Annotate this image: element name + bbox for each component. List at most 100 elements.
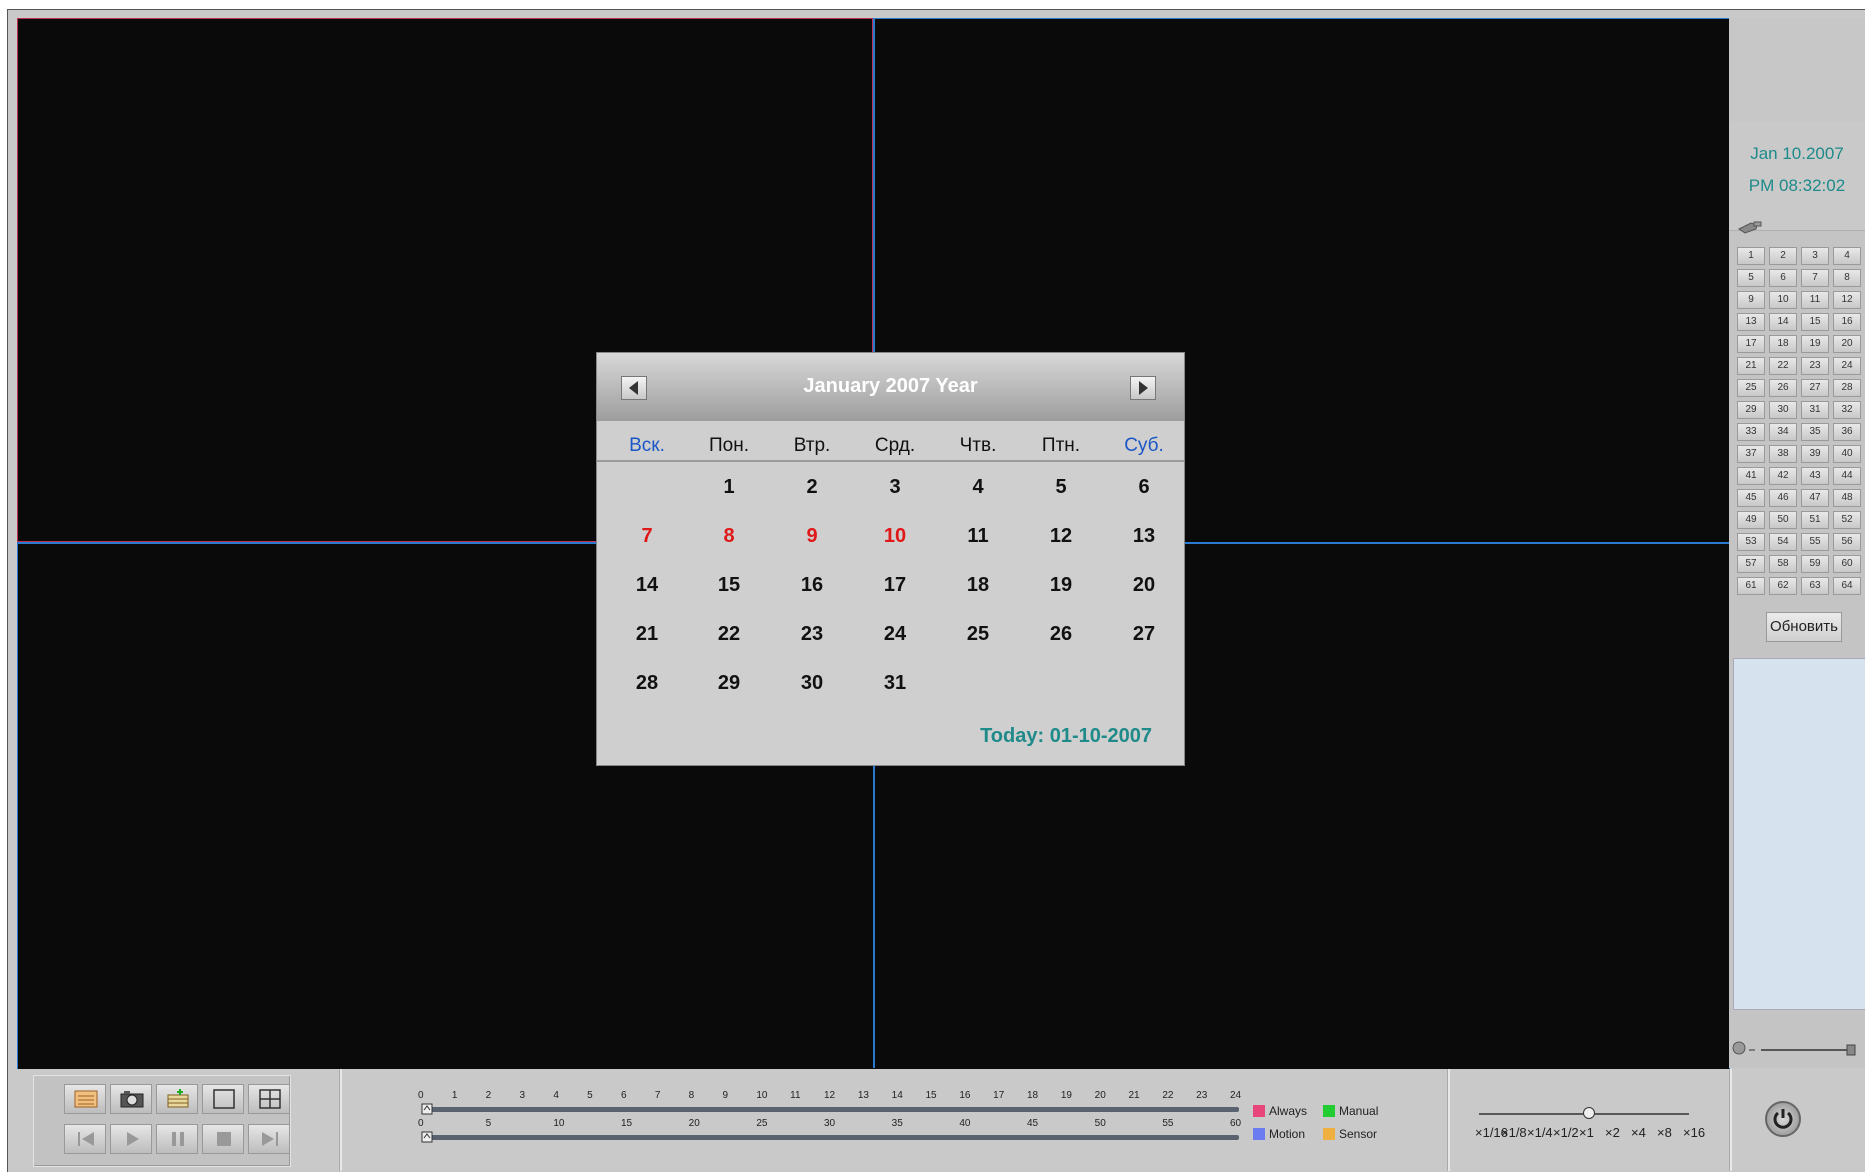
hour-timeline[interactable]	[427, 1107, 1239, 1112]
camera-button[interactable]: 14	[1769, 313, 1797, 331]
power-button[interactable]	[1765, 1101, 1801, 1137]
camera-button[interactable]: 50	[1769, 511, 1797, 529]
camera-button[interactable]: 64	[1833, 577, 1861, 595]
camera-button[interactable]: 40	[1833, 445, 1861, 463]
camera-button[interactable]: 56	[1833, 533, 1861, 551]
camera-button[interactable]: 42	[1769, 467, 1797, 485]
camera-button[interactable]: 18	[1769, 335, 1797, 353]
calendar-day[interactable]: 30	[772, 672, 852, 695]
stop-button[interactable]	[202, 1124, 244, 1154]
calendar-day[interactable]: 5	[1021, 476, 1101, 499]
hour-cursor-icon[interactable]	[421, 1103, 433, 1115]
camera-button[interactable]: 9	[1737, 291, 1765, 309]
calendar-day[interactable]: 28	[607, 672, 687, 695]
speed-option[interactable]: ×1/2	[1553, 1125, 1579, 1140]
camera-button[interactable]: 38	[1769, 445, 1797, 463]
camera-button[interactable]: 29	[1737, 401, 1765, 419]
calendar-day[interactable]: 6	[1104, 476, 1184, 499]
calendar-day[interactable]: 24	[855, 623, 935, 646]
backup-button[interactable]	[156, 1084, 198, 1114]
calendar-day[interactable]: 3	[855, 476, 935, 499]
camera-button[interactable]: 48	[1833, 489, 1861, 507]
camera-button[interactable]: 23	[1801, 357, 1829, 375]
camera-button[interactable]: 11	[1801, 291, 1829, 309]
camera-button[interactable]: 2	[1769, 247, 1797, 265]
camera-button[interactable]: 25	[1737, 379, 1765, 397]
camera-button[interactable]: 39	[1801, 445, 1829, 463]
camera-button[interactable]: 63	[1801, 577, 1829, 595]
calendar-day[interactable]: 10	[855, 525, 935, 548]
calendar-day[interactable]: 17	[855, 574, 935, 597]
speed-slider-knob[interactable]	[1583, 1107, 1595, 1119]
camera-button[interactable]: 54	[1769, 533, 1797, 551]
calendar-day[interactable]: 31	[855, 672, 935, 695]
camera-button[interactable]: 46	[1769, 489, 1797, 507]
camera-button[interactable]: 45	[1737, 489, 1765, 507]
speed-option[interactable]: ×4	[1631, 1125, 1646, 1140]
step-forward-button[interactable]	[248, 1124, 290, 1154]
calendar-day[interactable]: 15	[689, 574, 769, 597]
play-button[interactable]	[110, 1124, 152, 1154]
camera-button[interactable]: 21	[1737, 357, 1765, 375]
calendar-day[interactable]: 19	[1021, 574, 1101, 597]
calendar-day[interactable]: 8	[689, 525, 769, 548]
camera-button[interactable]: 8	[1833, 269, 1861, 287]
camera-button[interactable]: 32	[1833, 401, 1861, 419]
calendar-day[interactable]: 7	[607, 525, 687, 548]
calendar-day[interactable]: 22	[689, 623, 769, 646]
camera-button[interactable]: 44	[1833, 467, 1861, 485]
camera-button[interactable]: 22	[1769, 357, 1797, 375]
calendar-day[interactable]: 1	[689, 476, 769, 499]
speed-option[interactable]: ×1/4	[1527, 1125, 1553, 1140]
playlist-button[interactable]	[64, 1084, 106, 1114]
camera-button[interactable]: 58	[1769, 555, 1797, 573]
pause-button[interactable]	[156, 1124, 198, 1154]
camera-button[interactable]: 61	[1737, 577, 1765, 595]
camera-button[interactable]: 59	[1801, 555, 1829, 573]
camera-button[interactable]: 31	[1801, 401, 1829, 419]
camera-button[interactable]: 51	[1801, 511, 1829, 529]
speed-option[interactable]: ×2	[1605, 1125, 1620, 1140]
step-back-button[interactable]	[64, 1124, 106, 1154]
camera-button[interactable]: 3	[1801, 247, 1829, 265]
camera-button[interactable]: 41	[1737, 467, 1765, 485]
camera-button[interactable]: 13	[1737, 313, 1765, 331]
camera-button[interactable]: 60	[1833, 555, 1861, 573]
minute-cursor-icon[interactable]	[421, 1131, 433, 1143]
calendar-day[interactable]: 27	[1104, 623, 1184, 646]
zoom-slider[interactable]	[1729, 1028, 1865, 1068]
refresh-button[interactable]: Обновить	[1766, 612, 1842, 642]
camera-button[interactable]: 37	[1737, 445, 1765, 463]
calendar-day[interactable]: 23	[772, 623, 852, 646]
camera-button[interactable]: 26	[1769, 379, 1797, 397]
calendar-day[interactable]: 16	[772, 574, 852, 597]
camera-button[interactable]: 10	[1769, 291, 1797, 309]
calendar-day[interactable]: 26	[1021, 623, 1101, 646]
calendar-day[interactable]: 11	[938, 525, 1018, 548]
camera-button[interactable]: 57	[1737, 555, 1765, 573]
camera-button[interactable]: 47	[1801, 489, 1829, 507]
camera-button[interactable]: 52	[1833, 511, 1861, 529]
calendar-day[interactable]: 2	[772, 476, 852, 499]
camera-button[interactable]: 5	[1737, 269, 1765, 287]
speed-option[interactable]: ×1	[1579, 1125, 1594, 1140]
camera-button[interactable]: 16	[1833, 313, 1861, 331]
camera-button[interactable]: 12	[1833, 291, 1861, 309]
camera-button[interactable]: 17	[1737, 335, 1765, 353]
camera-button[interactable]: 34	[1769, 423, 1797, 441]
quad-view-button[interactable]	[248, 1084, 290, 1114]
calendar-day[interactable]: 18	[938, 574, 1018, 597]
calendar-day[interactable]: 20	[1104, 574, 1184, 597]
next-month-button[interactable]	[1130, 376, 1156, 400]
speed-option[interactable]: ×16	[1683, 1125, 1705, 1140]
camera-button[interactable]: 30	[1769, 401, 1797, 419]
camera-button[interactable]: 35	[1801, 423, 1829, 441]
calendar-day[interactable]: 4	[938, 476, 1018, 499]
calendar-day[interactable]: 25	[938, 623, 1018, 646]
camera-button[interactable]: 7	[1801, 269, 1829, 287]
camera-button[interactable]: 28	[1833, 379, 1861, 397]
camera-button[interactable]: 36	[1833, 423, 1861, 441]
minute-timeline[interactable]	[427, 1135, 1239, 1140]
camera-button[interactable]: 62	[1769, 577, 1797, 595]
speed-option[interactable]: ×1/8	[1501, 1125, 1527, 1140]
